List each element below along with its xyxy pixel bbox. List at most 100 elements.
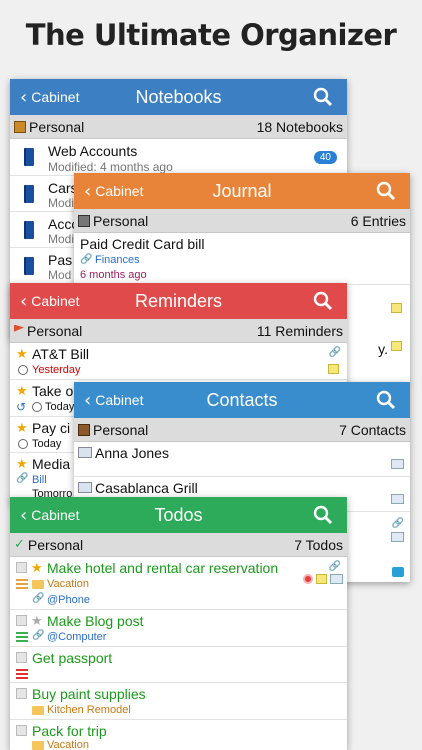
count-badge: 40	[313, 151, 337, 164]
peek-text: y.	[378, 341, 388, 357]
journal-navbar: ‹ Cabinet Journal	[74, 173, 410, 209]
checkbox[interactable]	[16, 562, 27, 573]
back-button[interactable]: ‹ Cabinet	[10, 87, 79, 108]
section-name: Personal	[93, 421, 149, 438]
card-icon	[330, 574, 343, 584]
section-count: 11 Reminders	[256, 322, 343, 339]
star-icon: ★	[31, 613, 43, 628]
back-label: Cabinet	[31, 293, 80, 309]
flag-icon	[14, 324, 24, 332]
back-button[interactable]: ‹ Cabinet	[10, 505, 79, 526]
folder-icon	[32, 741, 44, 750]
chevron-left-icon: ‹	[84, 389, 92, 411]
item-due: Yesterday	[32, 364, 81, 376]
list-item[interactable]: Get passport	[10, 647, 347, 683]
contact-name: Anna Jones	[95, 445, 169, 461]
search-icon[interactable]	[376, 181, 396, 201]
chevron-left-icon: ‹	[20, 504, 28, 526]
item-due: Today	[32, 438, 62, 450]
item-subtitle: Mod	[48, 268, 72, 282]
card-icon	[391, 459, 404, 469]
checkbox[interactable]	[16, 688, 27, 699]
todo-context: @Computer	[47, 631, 107, 643]
note-icon	[316, 574, 327, 584]
priority-icon	[16, 579, 28, 589]
priority-icon	[16, 669, 28, 679]
notebook-icon	[24, 148, 34, 166]
item-subtitle: Modi	[48, 232, 75, 246]
search-icon[interactable]	[313, 291, 333, 311]
star-icon: ★	[16, 346, 28, 361]
list-item[interactable]: Pack for trip Vacation	[10, 720, 347, 750]
list-item[interactable]: ★ Make Blog post 🔗 @Computer	[10, 610, 347, 647]
clock-icon	[32, 402, 42, 412]
clock-icon	[18, 439, 28, 449]
back-label: Cabinet	[95, 392, 144, 408]
todo-title: Make Blog post	[47, 613, 144, 629]
list-item[interactable]: Buy paint supplies Kitchen Remodel	[10, 683, 347, 720]
entry-time: 6 months ago	[80, 269, 147, 281]
entry-title: Paid Credit Card bill	[80, 236, 205, 252]
todo-folder: Vacation	[47, 739, 89, 750]
journal-icon	[78, 214, 90, 227]
back-button[interactable]: ‹ Cabinet	[10, 291, 79, 312]
item-subtitle: Modified: 4 months ago	[48, 160, 173, 174]
item-title: AT&T Bill	[32, 346, 90, 362]
search-icon[interactable]	[313, 87, 333, 107]
notebook-icon	[24, 221, 34, 239]
list-item[interactable]: Anna Jones	[74, 442, 410, 477]
list-item[interactable]: Paid Credit Card bill 🔗 Finances 6 month…	[74, 233, 410, 285]
priority-icon	[16, 632, 28, 642]
section-count: 7 Todos	[294, 536, 343, 553]
todo-folder: Kitchen Remodel	[47, 704, 131, 716]
section-header: Personal 6 Entries	[74, 209, 410, 233]
link-icon: 🔗	[391, 518, 404, 529]
section-name: Personal	[27, 536, 84, 553]
item-title: Pas	[48, 252, 73, 268]
item-title: Take o	[32, 383, 74, 399]
section-header: ✓ Personal 7 Todos	[10, 533, 347, 557]
section-count: 18 Notebooks	[256, 118, 343, 135]
todo-title: Get passport	[32, 650, 113, 666]
context-icon: 🔗	[32, 593, 45, 604]
back-label: Cabinet	[31, 507, 80, 523]
todos-navbar: ‹ Cabinet Todos	[10, 497, 347, 533]
tag-icon: 🔗	[16, 473, 29, 484]
section-count: 6 Entries	[350, 212, 406, 229]
tag-icon: 🔗	[80, 254, 93, 265]
back-label: Cabinet	[95, 183, 144, 199]
star-icon: ★	[16, 420, 28, 435]
section-header: Personal 18 Notebooks	[10, 115, 347, 139]
folder-icon	[32, 706, 44, 715]
star-icon: ★	[16, 383, 28, 398]
notebooks-navbar: ‹ Cabinet Notebooks	[10, 79, 347, 115]
checkbox[interactable]	[16, 615, 27, 626]
checkbox[interactable]	[16, 725, 27, 736]
list-item[interactable]: ★ Make hotel and rental car reservation …	[10, 557, 347, 610]
item-title: Media	[32, 456, 71, 472]
notebook-stack-icon	[14, 120, 26, 133]
headline: The Ultimate Organizer	[25, 18, 397, 52]
chat-icon	[392, 567, 404, 577]
list-item[interactable]: Web Accounts Modified: 4 months ago 40	[10, 139, 347, 176]
item-subtitle: Modi	[48, 196, 75, 210]
checkbox[interactable]	[16, 652, 27, 663]
contacts-navbar: ‹ Cabinet Contacts	[74, 382, 410, 418]
search-icon[interactable]	[376, 390, 396, 410]
link-icon: 🔗	[328, 561, 341, 572]
back-button[interactable]: ‹ Cabinet	[74, 181, 143, 202]
item-due: Today	[45, 401, 75, 413]
back-button[interactable]: ‹ Cabinet	[74, 390, 143, 411]
notebook-icon	[24, 257, 34, 275]
star-icon: ★	[16, 456, 28, 471]
reminders-navbar: ‹ Cabinet Reminders	[10, 283, 347, 319]
list-item[interactable]: ★ AT&T Bill Yesterday 🔗	[10, 343, 347, 380]
repeat-icon: ↺	[16, 400, 27, 414]
note-icon	[328, 364, 339, 374]
back-label: Cabinet	[31, 89, 80, 105]
search-icon[interactable]	[313, 505, 333, 525]
todo-title: Buy paint supplies	[32, 686, 146, 702]
item-tag: Bill	[32, 474, 47, 486]
chevron-left-icon: ‹	[20, 86, 28, 108]
todo-title: Pack for trip	[32, 723, 107, 739]
